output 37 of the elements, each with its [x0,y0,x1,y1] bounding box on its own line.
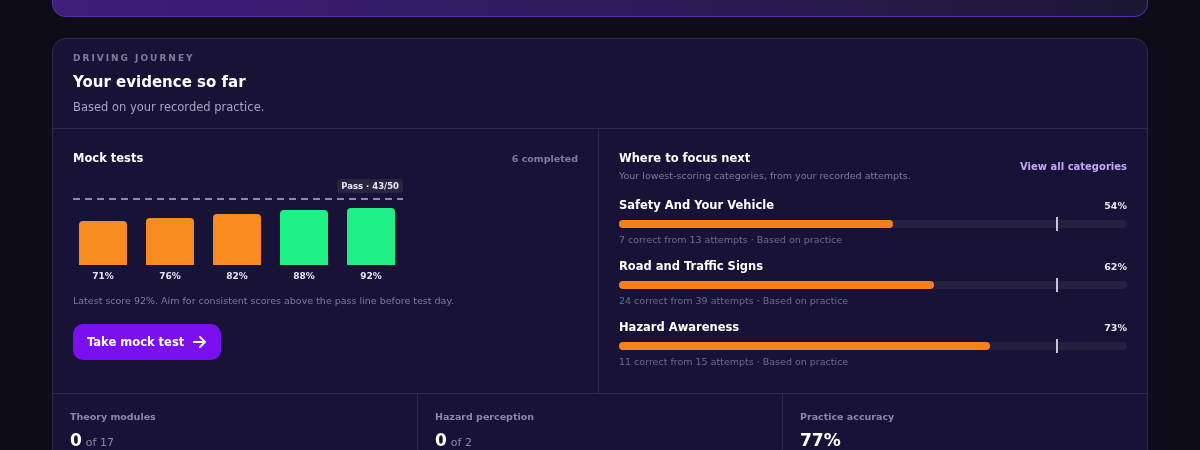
bar-value-label: 88% [293,271,315,281]
card-subtitle: Based on your recorded practice. [73,100,266,114]
panel-title: Where to focus next [619,151,752,165]
stat-value: 0 [435,430,447,450]
stat-value: 77% [800,430,841,450]
category-detail: 11 correct from 15 attempts · Based on practice [619,356,850,367]
stat-total: of 2 [450,436,472,449]
score-note: Latest score 92%. Aim for consistent scores above the pass line before test day. [73,295,455,306]
bar-value-label: 71% [92,271,114,281]
bar-value-label: 82% [226,271,248,281]
category-detail: 24 correct from 39 attempts · Based on practice [619,295,850,306]
stat-label: Practice accuracy [800,411,896,422]
stat-label: Theory modules [70,411,157,422]
category-name: Hazard Awareness [619,320,740,334]
category-percent: 62% [1104,260,1127,272]
stat-value: 0 [70,430,82,450]
panel-title: Mock tests [73,151,144,165]
card-title: Your evidence so far [73,73,247,91]
arrow-right-icon [193,336,208,348]
section-eyebrow: DRIVING JOURNEY [73,53,196,63]
completed-count: 6 completed [511,152,578,164]
view-all-link[interactable]: View all categories [1020,160,1127,172]
bar-value-label: 76% [159,271,181,281]
pass-label: Pass · 43/50 [337,179,403,193]
take-mock-test-button[interactable]: Take mock test [73,324,222,360]
stat-label: Hazard perception [435,411,535,422]
category-name: Road and Traffic Signs [619,259,764,273]
target-marker [1055,278,1058,292]
stat-total: of 17 [85,436,114,449]
category-name: Safety And Your Vehicle [619,198,774,212]
bar-value-label: 92% [360,271,382,281]
category-detail: 7 correct from 13 attempts · Based on practice [619,234,844,245]
panel-subtitle: Your lowest-scoring categories, from your recorded attempts. [619,170,911,181]
target-marker [1055,217,1058,231]
category-percent: 54% [1104,199,1127,211]
target-marker [1055,339,1058,353]
category-percent: 73% [1104,321,1127,333]
